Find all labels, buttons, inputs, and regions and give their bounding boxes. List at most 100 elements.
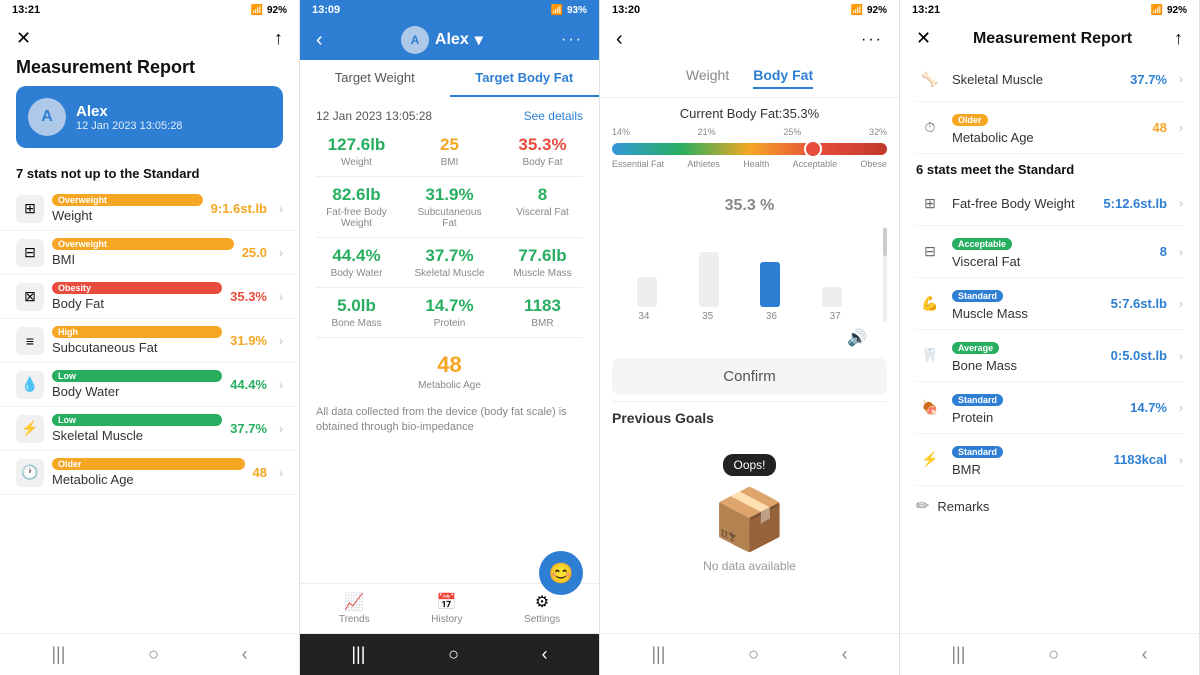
topbar-1: ✕ ↑ xyxy=(0,20,299,57)
p4-icon-visceral: ⊟ xyxy=(916,238,944,266)
p2-cell-visceral: 8 Visceral Fat xyxy=(502,185,583,229)
battery-4: 92% xyxy=(1167,5,1187,16)
p4-icon-bonemass: 🦷 xyxy=(916,342,944,370)
chatbot-btn[interactable]: 😊 xyxy=(539,551,583,595)
stat-row-4[interactable]: 💧 Low Body Water 44.4% › xyxy=(0,363,299,407)
chevron-visceral: › xyxy=(1179,245,1183,259)
nav-back-1[interactable]: ‹ xyxy=(242,644,248,665)
p2-val-weight: 127.6lb xyxy=(316,135,397,155)
nav-back-3[interactable]: ‹ xyxy=(842,644,848,665)
status-icons-4: 📶 92% xyxy=(1151,5,1187,16)
battery-3: 92% xyxy=(867,5,887,16)
nav-back-2[interactable]: ‹ xyxy=(542,644,548,665)
nav-menu-4[interactable]: ||| xyxy=(951,644,965,665)
p4-info-bonemass: Average Bone Mass xyxy=(952,338,1103,373)
user-card-1: A Alex 12 Jan 2023 13:05:28 xyxy=(16,86,283,148)
nav-home-2[interactable]: ○ xyxy=(448,644,459,665)
p4-val-bmr: 1183kcal xyxy=(1113,452,1167,467)
panel-targets: 13:09 📶 93% ‹ A Alex ▾ ··· Target Weight… xyxy=(300,0,600,675)
x-lbl-3: 37 xyxy=(830,311,841,322)
bar-2 xyxy=(760,262,780,307)
nav-menu-1[interactable]: ||| xyxy=(51,644,65,665)
p4-row-protein: 🍖 Standard Protein 14.7% › xyxy=(916,382,1183,434)
nav-menu-2[interactable]: ||| xyxy=(351,644,365,665)
see-details-btn[interactable]: See details xyxy=(524,109,583,123)
p2-lbl-skeletalmuscle: Skeletal Muscle xyxy=(409,268,490,279)
nav-home-1[interactable]: ○ xyxy=(148,644,159,665)
bar-3 xyxy=(822,287,842,307)
history-icon: 📅 xyxy=(437,592,457,612)
sound-icon[interactable]: 🔊 xyxy=(847,330,867,347)
bar-col-3 xyxy=(822,287,842,307)
nav-back-4[interactable]: ‹ xyxy=(1142,644,1148,665)
p4-badge-row-bonemass: Average xyxy=(952,338,1103,356)
chevron-4: › xyxy=(279,378,283,392)
p4-val-metabolicage: 48 xyxy=(1153,120,1167,135)
p2-cell-subcutaneous: 31.9% Subcutaneous Fat xyxy=(409,185,490,229)
p2-cell-bodywater: 44.4% Body Water xyxy=(316,246,397,279)
p4-name-bmr: BMR xyxy=(952,462,1105,477)
scrollbar-3 xyxy=(883,227,887,322)
stat-row-2[interactable]: ⊠ Obesity Body Fat 35.3% › xyxy=(0,275,299,319)
p4-badge-musclemass: Standard xyxy=(952,290,1003,302)
stat-row-3[interactable]: ≡ High Subcutaneous Fat 31.9% › xyxy=(0,319,299,363)
title-4: Measurement Report xyxy=(973,30,1132,48)
p2-val-metabolicage: 48 xyxy=(316,352,583,378)
p2-lbl-bmr: BMR xyxy=(502,318,583,329)
x-lbl-0: 34 xyxy=(638,311,649,322)
tab-bodyfat-3[interactable]: Body Fat xyxy=(753,67,813,89)
nav-settings[interactable]: ⚙ Settings xyxy=(524,592,560,625)
more-icon-3[interactable]: ··· xyxy=(861,31,883,49)
back-icon-2[interactable]: ‹ xyxy=(316,29,323,52)
stat-row-6[interactable]: 🕐 Older Metabolic Age 48 › xyxy=(0,451,299,495)
p2-val-protein: 14.7% xyxy=(409,296,490,316)
nav-trends[interactable]: 📈 Trends xyxy=(339,592,370,625)
more-icon-2[interactable]: ··· xyxy=(561,31,583,49)
p2-val-bodywater: 44.4% xyxy=(316,246,397,266)
avatar-2: A xyxy=(401,26,429,54)
fat-scale-labels: 14% 21% 25% 32% xyxy=(612,127,887,137)
p2-divider-4 xyxy=(316,337,583,338)
p4-row-ffbw: ⊞ Fat-free Body Weight 5:12.6st.lb › xyxy=(916,181,1183,226)
back-icon-3[interactable]: ‹ xyxy=(616,28,623,51)
stat-row-1[interactable]: ⊟ Overweight BMI 25.0 › xyxy=(0,231,299,275)
close-icon-4[interactable]: ✕ xyxy=(916,28,931,49)
p2-lbl-visceral: Visceral Fat xyxy=(502,207,583,218)
stats-list-1: ⊞ Overweight Weight 9:1.6st.lb › ⊟ Overw… xyxy=(0,187,299,633)
p2-grid-1: 127.6lb Weight 25 BMI 35.3% Body Fat xyxy=(316,135,583,168)
nav-menu-3[interactable]: ||| xyxy=(651,644,665,665)
status-bar-2: 13:09 📶 93% xyxy=(300,0,599,20)
cat-acceptable: Acceptable xyxy=(793,159,838,169)
stat-row-5[interactable]: ⚡ Low Skeletal Muscle 37.7% › xyxy=(0,407,299,451)
stat-row-0[interactable]: ⊞ Overweight Weight 9:1.6st.lb › xyxy=(0,187,299,231)
nav-history[interactable]: 📅 History xyxy=(431,592,462,625)
p2-grid-2: 82.6lb Fat-free Body Weight 31.9% Subcut… xyxy=(316,185,583,229)
p4-badge-row-visceral: Acceptable xyxy=(952,234,1152,252)
chart-x-labels: 34 35 36 37 xyxy=(612,311,867,322)
share-icon-1[interactable]: ↑ xyxy=(274,28,283,49)
oops-bubble: Oops! xyxy=(723,454,775,476)
nav-home-4[interactable]: ○ xyxy=(1048,644,1059,665)
stat-badge-0: Overweight xyxy=(52,194,203,206)
scrollbar-thumb-3 xyxy=(883,228,887,257)
stat-name-3: Subcutaneous Fat xyxy=(52,340,222,355)
p2-lbl-bodywater: Body Water xyxy=(316,268,397,279)
scale-lbl-1: 21% xyxy=(698,127,716,137)
bottom-nav-3: ||| ○ ‹ xyxy=(600,633,899,675)
tab-weight-3[interactable]: Weight xyxy=(686,67,729,89)
p4-name-skeletalmuscle: Skeletal Muscle xyxy=(952,72,1122,87)
stat-info-2: Obesity Body Fat xyxy=(52,282,222,311)
no-data-text: No data available xyxy=(703,559,796,573)
share-icon-4[interactable]: ↑ xyxy=(1174,28,1183,49)
close-icon-1[interactable]: ✕ xyxy=(16,28,31,49)
confirm-button[interactable]: Confirm xyxy=(612,358,887,395)
p4-icon-bmr: ⚡ xyxy=(916,446,944,474)
tab-target-weight[interactable]: Target Weight xyxy=(300,60,450,97)
p4-name-bonemass: Bone Mass xyxy=(952,358,1103,373)
tab-target-bodyfat[interactable]: Target Body Fat xyxy=(450,60,600,97)
p4-badge-bonemass: Average xyxy=(952,342,999,354)
battery-1: 92% xyxy=(267,5,287,16)
remarks-icon: ✏ xyxy=(916,496,929,516)
nav-home-3[interactable]: ○ xyxy=(748,644,759,665)
cat-health: Health xyxy=(743,159,769,169)
